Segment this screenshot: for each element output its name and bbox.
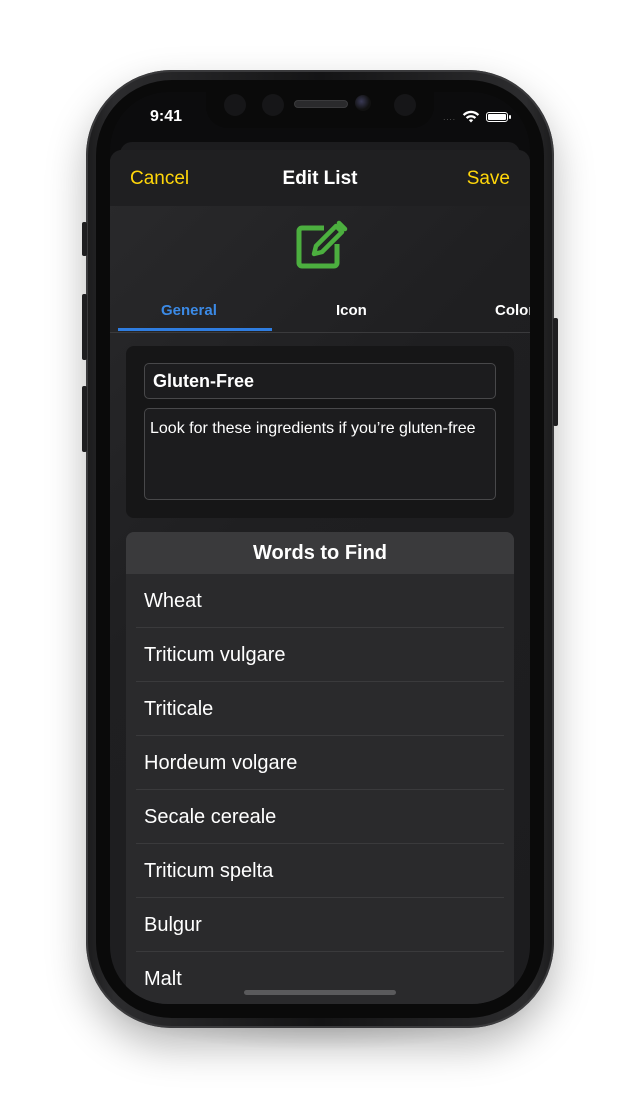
list-name-field[interactable]: Gluten-Free: [144, 363, 496, 399]
list-item[interactable]: Secale cereale: [126, 790, 514, 844]
status-icons: ....: [443, 110, 511, 124]
list-item[interactable]: Wheat: [126, 574, 514, 628]
words-section-header: Words to Find: [126, 532, 514, 574]
list-item[interactable]: Hordeum volgare: [126, 736, 514, 790]
tab-icon[interactable]: Icon: [336, 302, 367, 319]
navigation-bar: Cancel Edit List Save: [110, 150, 530, 206]
phone-screen: 9:41 .... Cancel Edit List Save General …: [110, 92, 530, 1004]
tab-bar: General Icon Color: [110, 292, 530, 333]
battery-icon: [486, 112, 511, 122]
wifi-icon: [462, 110, 480, 123]
speaker-grille: [294, 100, 348, 108]
edit-list-sheet: Cancel Edit List Save General Icon Color…: [110, 150, 530, 1004]
power-button: [553, 318, 558, 426]
notch: [206, 92, 434, 128]
front-camera-icon: [355, 95, 371, 111]
list-item[interactable]: Triticale: [126, 682, 514, 736]
tab-general[interactable]: General: [161, 302, 217, 319]
home-indicator[interactable]: [244, 990, 396, 995]
signal-dots: ....: [443, 112, 456, 122]
list-description-field[interactable]: Look for these ingredients if you’re glu…: [144, 408, 496, 500]
sensor-icon: [394, 94, 416, 116]
tab-color[interactable]: Color: [495, 302, 530, 319]
status-time: 9:41: [150, 108, 183, 125]
save-button[interactable]: Save: [467, 168, 510, 190]
list-item[interactable]: Triticum vulgare: [126, 628, 514, 682]
volume-up-button: [82, 294, 87, 360]
volume-down-button: [82, 386, 87, 452]
battery-level: [488, 114, 506, 120]
sensor-icon: [224, 94, 246, 116]
silent-switch: [82, 222, 87, 256]
list-item[interactable]: Bulgur: [126, 898, 514, 952]
sensor-icon: [262, 94, 284, 116]
marketing-stage: 9:41 .... Cancel Edit List Save General …: [0, 0, 640, 1096]
list-item[interactable]: Triticum spelta: [126, 844, 514, 898]
edit-pencil-icon: [296, 220, 348, 269]
words-to-find-card: Words to Find Wheat Triticum vulgare Tri…: [126, 532, 514, 1004]
list-details-card: Gluten-Free Look for these ingredients i…: [126, 346, 514, 518]
list-item[interactable]: Malt: [126, 952, 514, 1004]
tab-selection-indicator: [118, 328, 272, 331]
